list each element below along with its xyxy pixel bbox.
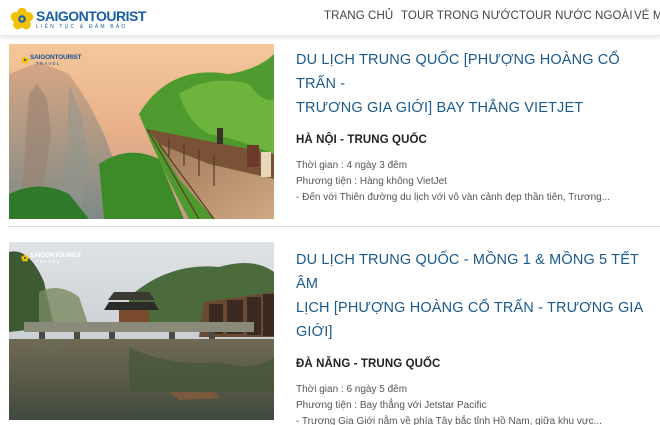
nav-item-tickets[interactable]: VÉ M: [634, 10, 660, 22]
nav-item-international-tours[interactable]: TOUR NƯỚC NGOÀI: [519, 10, 633, 22]
tour-route: ĐÀ NẴNG - TRUNG QUỐC: [296, 358, 441, 370]
tour-title-line: LỊCH [PHƯỢNG HOÀNG CỔ TRẤN - TRƯƠNG GIA …: [296, 300, 643, 340]
logo-wordmark: SAIGONTOURIST: [36, 7, 146, 24]
watermark-sub: TRAVEL: [36, 259, 61, 264]
tour-title-link[interactable]: DU LỊCH TRUNG QUỐC [PHƯỢNG HOÀNG CỔ TRẤN…: [296, 48, 660, 120]
tour-photo: [9, 242, 274, 420]
tour-transport: Phương tiện : Hàng không VietJet: [296, 176, 447, 187]
tour-image-phoenix-ancient-town[interactable]: SAIGONTOURIST TRAVEL: [9, 242, 274, 420]
watermark-word: SAIGONTOURIST: [30, 252, 82, 259]
tour-card[interactable]: SAIGONTOURIST TRAVEL DU LỊCH TRUNG QUỐC …: [0, 226, 660, 425]
nav-item-home[interactable]: TRANG CHỦ: [324, 10, 393, 22]
tour-transport: Phương tiện : Bay thẳng với Jetstar Paci…: [296, 400, 487, 411]
tour-image-zhangjiajie-glass-walkway[interactable]: SAIGONTOURIST TRAVEL: [9, 44, 274, 219]
travel-watermark: SAIGONTOURIST TRAVEL: [21, 54, 82, 66]
watermark-sub: TRAVEL: [36, 61, 61, 66]
tour-info: DU LỊCH TRUNG QUỐC - MỒNG 1 & MỒNG 5 TẾT…: [296, 248, 660, 425]
tour-photo: [9, 44, 274, 219]
tour-card[interactable]: SAIGONTOURIST TRAVEL DU LỊCH TRUNG QUỐC …: [0, 36, 660, 226]
tour-title-line: DU LỊCH TRUNG QUỐC [PHƯỢNG HOÀNG CỔ TRẤN…: [296, 52, 620, 92]
site-header: SAIGONTOURIST LIÊN TỤC & ĐẢM BẢO TRANG C…: [0, 0, 660, 36]
tour-title-link[interactable]: DU LỊCH TRUNG QUỐC - MỒNG 1 & MỒNG 5 TẾT…: [296, 248, 660, 344]
tour-duration: Thời gian : 4 ngày 3 đêm: [296, 160, 408, 171]
flower-logo-icon: [10, 7, 34, 30]
tour-summary: - Trương Gia Giới nằm về phía Tây bắc tỉ…: [296, 416, 602, 425]
watermark-flower-icon: [21, 254, 29, 262]
watermark-flower-icon: [21, 56, 29, 64]
logo-tagline: LIÊN TỤC & ĐẢM BẢO: [36, 23, 128, 30]
tour-title-line: TRƯƠNG GIA GIỚI] BAY THẲNG VIETJET: [296, 100, 584, 116]
tour-details: Thời gian : 4 ngày 3 đêm Phương tiện : H…: [296, 158, 660, 206]
tour-route: HÀ NỘI - TRUNG QUỐC: [296, 134, 427, 146]
saigontourist-logo[interactable]: SAIGONTOURIST LIÊN TỤC & ĐẢM BẢO: [9, 7, 146, 31]
travel-watermark: SAIGONTOURIST TRAVEL: [21, 252, 82, 264]
nav-item-domestic-tours[interactable]: TOUR TRONG NƯỚC: [401, 10, 519, 22]
watermark-word: SAIGONTOURIST: [30, 54, 82, 61]
tour-summary: - Đến với Thiên đường du lịch với vô vàn…: [296, 192, 611, 203]
tour-info: DU LỊCH TRUNG QUỐC [PHƯỢNG HOÀNG CỔ TRẤN…: [296, 48, 660, 206]
tour-duration: Thời gian : 6 ngày 5 đêm: [296, 384, 408, 395]
tour-details: Thời gian : 6 ngày 5 đêm Phương tiện : B…: [296, 382, 660, 425]
tour-title-line: DU LỊCH TRUNG QUỐC - MỒNG 1 & MỒNG 5 TẾT…: [296, 252, 639, 292]
